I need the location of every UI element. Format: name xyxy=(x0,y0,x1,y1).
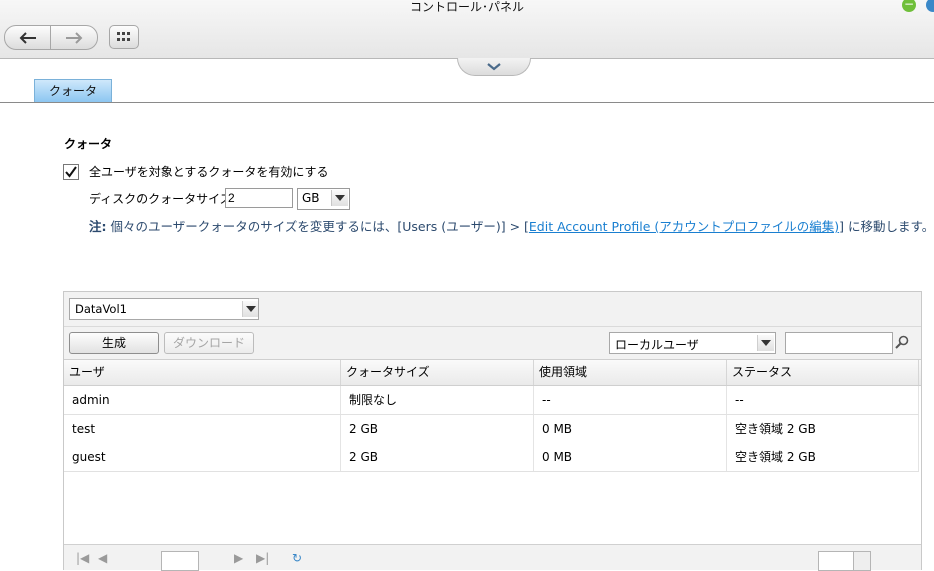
cell-user: test xyxy=(64,415,341,443)
quota-size-label: ディスクのクォータサイズ xyxy=(89,192,232,206)
cell-quota: 2 GB xyxy=(341,415,534,443)
dropdown-arrow-icon xyxy=(331,190,348,206)
note-prefix: 注: xyxy=(89,219,107,234)
volume-bar: DataVol1 xyxy=(64,292,921,327)
column-header-quota-size[interactable]: クォータサイズ xyxy=(341,360,534,385)
cell-quota: 制限なし xyxy=(341,386,534,414)
grid-toolbar: 生成 ダウンロード ローカルユーザ xyxy=(64,327,921,360)
minimize-icon[interactable]: − xyxy=(902,0,916,12)
apps-menu-button[interactable] xyxy=(109,25,139,49)
dropdown-arrow-icon[interactable] xyxy=(853,551,871,571)
create-button[interactable]: 生成 xyxy=(69,332,159,354)
table-row[interactable]: guest 2 GB 0 MB 空き領域 2 GB xyxy=(64,443,919,472)
column-header-user[interactable]: ユーザ xyxy=(64,360,341,385)
refresh-icon[interactable]: ↻ xyxy=(292,551,302,565)
collapse-toolbar-button[interactable] xyxy=(457,58,531,76)
items-per-page-select[interactable] xyxy=(818,551,856,571)
dropdown-arrow-icon xyxy=(242,301,258,317)
download-button[interactable]: ダウンロード xyxy=(164,332,254,354)
dropdown-arrow-icon xyxy=(757,335,774,351)
table-header: ユーザ クォータサイズ 使用領域 ステータス xyxy=(64,360,921,386)
quota-unit-value: GB xyxy=(302,191,320,205)
quota-unit-select[interactable]: GB xyxy=(297,188,350,210)
user-type-value: ローカルユーザ xyxy=(615,338,699,352)
cell-used: -- xyxy=(534,386,727,414)
column-header-status[interactable]: ステータス xyxy=(727,360,919,385)
cell-user: guest xyxy=(64,443,341,471)
cell-status: 空き領域 2 GB xyxy=(727,415,919,443)
first-page-icon[interactable]: |◀ xyxy=(76,551,89,565)
tab-quota[interactable]: クォータ xyxy=(34,79,112,102)
window-title: コントロール･パネル xyxy=(409,0,524,14)
cell-user: admin xyxy=(64,386,341,414)
quota-note: 注: 個々のユーザークォータのサイズを変更するには、[Users (ユーザー)]… xyxy=(89,219,934,235)
table-row[interactable]: admin 制限なし -- -- xyxy=(64,386,919,415)
column-header-used-space[interactable]: 使用領域 xyxy=(534,360,727,385)
grid-icon xyxy=(117,32,130,41)
search-input[interactable] xyxy=(785,332,893,354)
search-icon[interactable] xyxy=(893,333,911,351)
next-page-icon[interactable]: ▶ xyxy=(234,551,243,565)
checkmark-icon xyxy=(65,166,77,178)
user-type-select[interactable]: ローカルユーザ xyxy=(609,332,776,354)
quota-grid-panel: DataVol1 生成 ダウンロード ローカルユーザ ユーザ クォータサイズ 使… xyxy=(63,291,922,571)
cell-status: 空き領域 2 GB xyxy=(727,443,919,471)
quota-size-input[interactable] xyxy=(225,188,293,208)
cell-status: -- xyxy=(727,386,919,414)
enable-quota-checkbox[interactable] xyxy=(63,164,79,180)
arrow-left-icon xyxy=(19,31,36,44)
note-suffix: ] に移動します。 xyxy=(839,219,934,234)
table-row[interactable]: test 2 GB 0 MB 空き領域 2 GB xyxy=(64,415,919,444)
prev-page-icon[interactable]: ◀ xyxy=(98,551,107,565)
enable-quota-label: 全ユーザを対象とするクォータを有効にする xyxy=(89,165,329,179)
page-number-input[interactable] xyxy=(161,551,199,571)
note-text: 個々のユーザークォータのサイズを変更するには、[Users (ユーザー)] > … xyxy=(110,219,529,234)
volume-value: DataVol1 xyxy=(75,302,127,316)
tab-divider xyxy=(0,102,934,103)
cell-used: 0 MB xyxy=(534,415,727,443)
section-title: クォータ xyxy=(64,137,113,151)
arrow-right-icon xyxy=(66,31,83,44)
navigation-buttons xyxy=(4,25,98,50)
edit-account-profile-link[interactable]: Edit Account Profile (アカウントプロファイルの編集) xyxy=(529,219,839,234)
back-button[interactable] xyxy=(5,26,51,49)
pagination-bar: |◀ ◀ ▶ ▶| ↻ xyxy=(64,544,921,571)
cell-used: 0 MB xyxy=(534,443,727,471)
volume-select[interactable]: DataVol1 xyxy=(69,298,259,320)
chevron-down-icon xyxy=(487,62,501,70)
cell-quota: 2 GB xyxy=(341,443,534,471)
forward-button[interactable] xyxy=(51,26,97,49)
last-page-icon[interactable]: ▶| xyxy=(256,551,269,565)
